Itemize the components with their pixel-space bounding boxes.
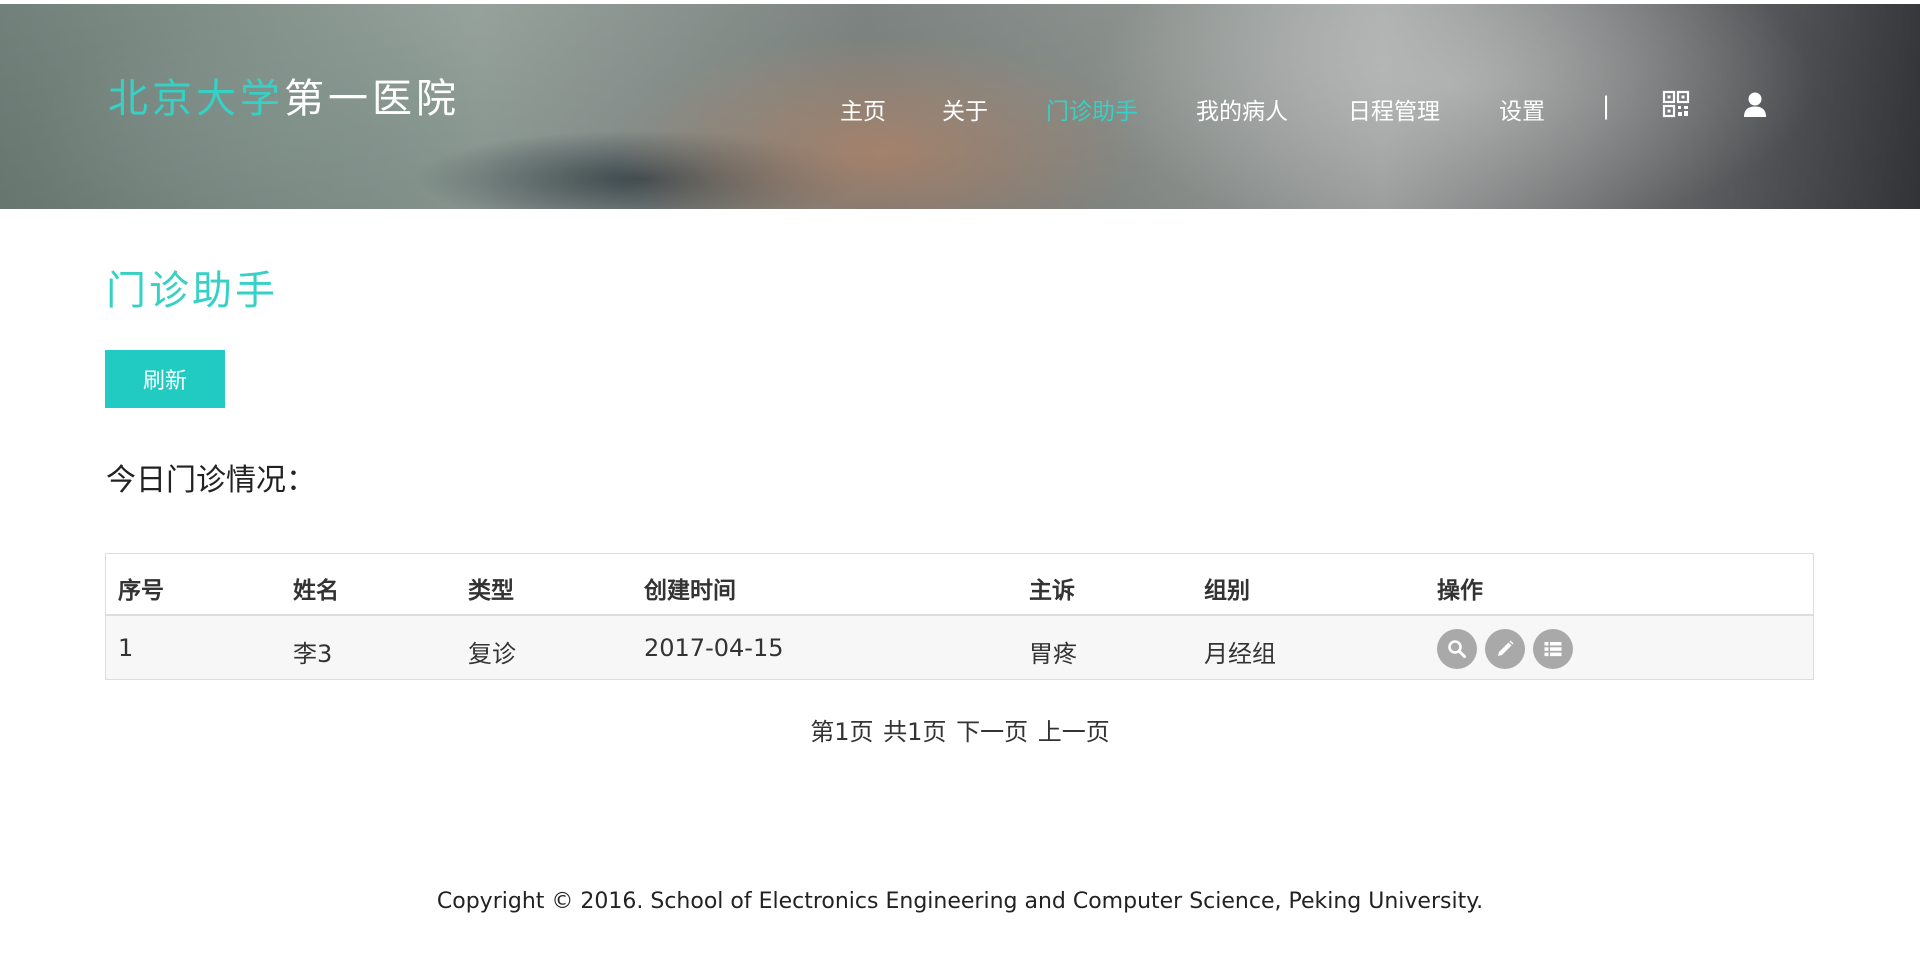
pagination-current: 第1页 bbox=[810, 718, 874, 746]
nav-item-about[interactable]: 关于 bbox=[942, 92, 988, 126]
footer-copyright: Copyright © 2016. School of Electronics … bbox=[436, 889, 1484, 914]
nav-item-schedule[interactable]: 日程管理 bbox=[1348, 92, 1440, 126]
cell-name: 李3 bbox=[293, 640, 333, 668]
column-header-complaint: 主诉 bbox=[1029, 578, 1075, 604]
table-row: 1 李3 复诊 2017-04-15 胃疼 月经组 bbox=[106, 616, 1813, 679]
main-nav: 主页 关于 门诊助手 我的病人 日程管理 设置 | bbox=[0, 90, 1920, 125]
cell-index: 1 bbox=[118, 634, 134, 662]
nav-item-clinic-assistant[interactable]: 门诊助手 bbox=[1046, 92, 1138, 126]
nav-item-my-patients[interactable]: 我的病人 bbox=[1196, 92, 1288, 126]
user-icon-svg bbox=[1744, 92, 1766, 117]
cell-type: 复诊 bbox=[468, 640, 516, 668]
cell-complaint: 胃疼 bbox=[1029, 640, 1077, 668]
view-button[interactable] bbox=[1437, 629, 1477, 669]
pagination-next[interactable]: 下一页 bbox=[956, 718, 1028, 746]
edit-button[interactable] bbox=[1485, 629, 1525, 669]
header-banner: 北京大学第一医院 主页 关于 门诊助手 我的病人 日程管理 设置 | bbox=[0, 4, 1920, 209]
nav-item-settings[interactable]: 设置 bbox=[1499, 92, 1545, 126]
pagination-prev[interactable]: 上一页 bbox=[1038, 718, 1110, 746]
table-header-row: 序号 姓名 类型 创建时间 主诉 组别 操作 bbox=[106, 554, 1813, 616]
column-header-group: 组别 bbox=[1204, 578, 1250, 604]
nav-separator: | bbox=[1602, 92, 1611, 120]
list-icon bbox=[1544, 642, 1562, 657]
column-header-type: 类型 bbox=[468, 578, 514, 604]
column-header-created: 创建时间 bbox=[644, 578, 736, 604]
column-header-actions: 操作 bbox=[1437, 578, 1483, 604]
qrcode-icon[interactable] bbox=[1662, 90, 1690, 118]
cell-created: 2017-04-15 bbox=[644, 634, 784, 662]
pagination-total: 共1页 bbox=[883, 718, 947, 746]
cell-group: 月经组 bbox=[1204, 640, 1276, 668]
search-icon bbox=[1448, 640, 1466, 658]
page-title: 门诊助手 bbox=[106, 268, 278, 314]
section-heading: 今日门诊情况： bbox=[106, 463, 316, 498]
column-header-index: 序号 bbox=[118, 578, 164, 604]
user-icon[interactable] bbox=[1741, 90, 1769, 118]
qrcode-icon-svg bbox=[1662, 90, 1690, 118]
details-button[interactable] bbox=[1533, 629, 1573, 669]
refresh-button[interactable]: 刷新 bbox=[105, 350, 225, 408]
nav-item-home[interactable]: 主页 bbox=[840, 92, 886, 126]
edit-icon bbox=[1498, 640, 1514, 656]
pagination: 第1页 共1页 下一页 上一页 bbox=[0, 712, 1920, 747]
column-header-name: 姓名 bbox=[293, 578, 339, 604]
clinic-table: 序号 姓名 类型 创建时间 主诉 组别 操作 1 李3 复诊 2017-04-1… bbox=[105, 553, 1814, 680]
